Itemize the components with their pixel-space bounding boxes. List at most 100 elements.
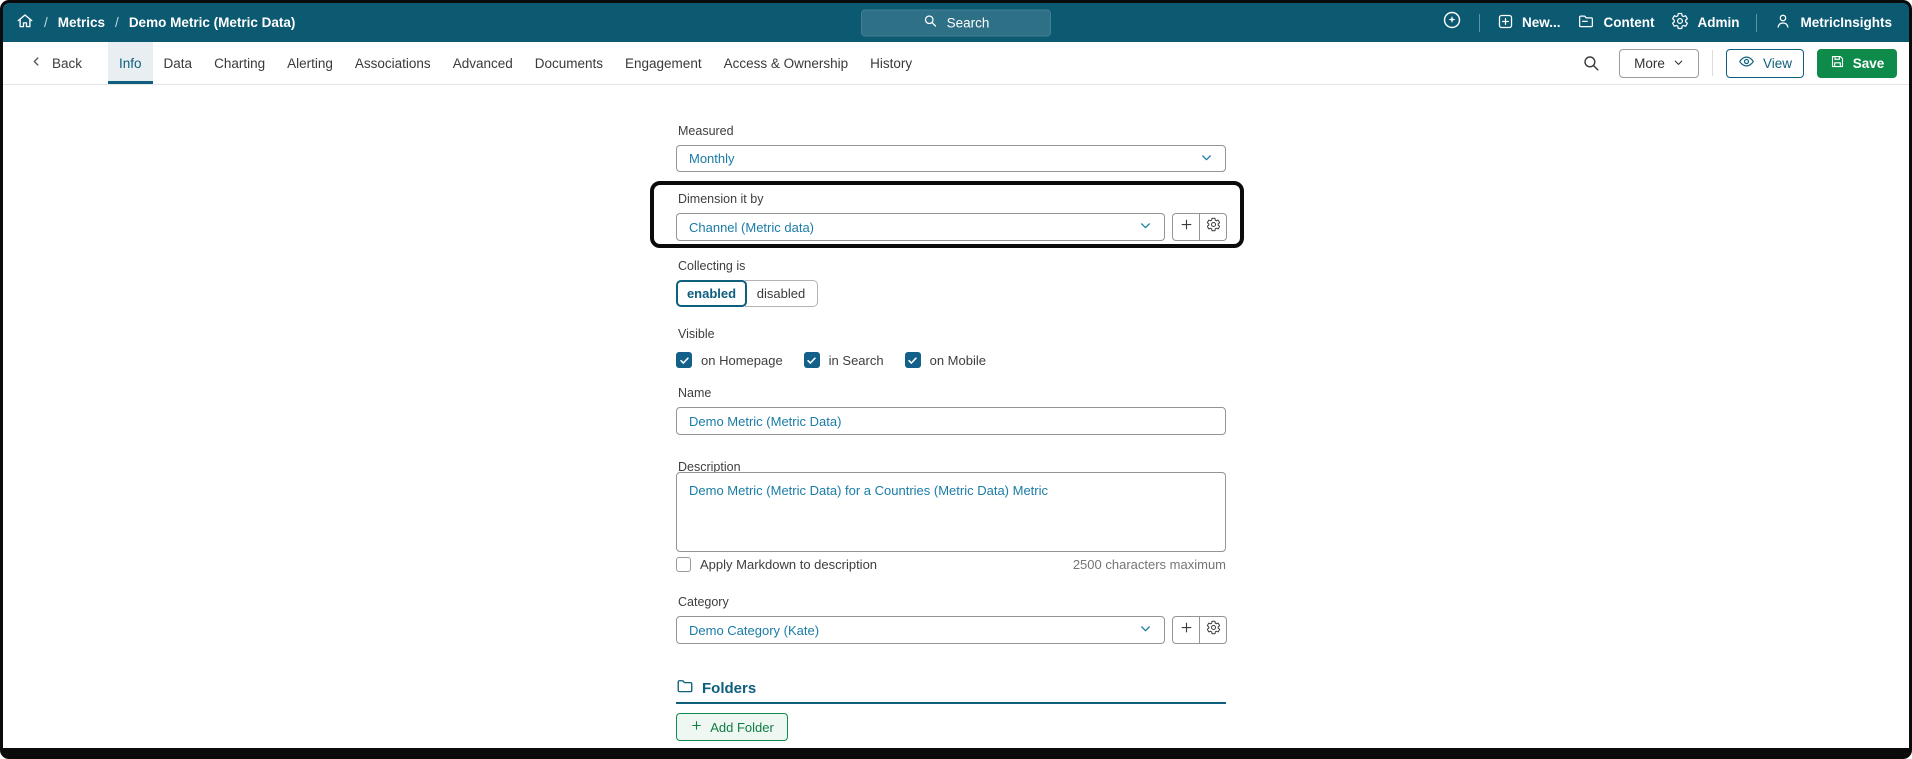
apply-markdown-label: Apply Markdown to description — [700, 557, 878, 572]
new-button[interactable]: New... — [1497, 13, 1561, 33]
category-settings-button[interactable] — [1199, 617, 1226, 643]
markdown-row: Apply Markdown to description 2500 chara… — [676, 557, 1226, 572]
account-menu[interactable]: MetricInsights — [1774, 12, 1892, 33]
search-icon — [923, 14, 938, 32]
visible-label: Visible — [678, 327, 715, 341]
global-search-input[interactable]: Search — [861, 9, 1051, 36]
visible-on-mobile: on Mobile — [904, 352, 986, 368]
new-button-label: New... — [1521, 15, 1561, 30]
tab-list: Info Data Charting Alerting Associations… — [108, 42, 923, 84]
plus-icon — [690, 719, 703, 735]
tab-documents[interactable]: Documents — [524, 42, 614, 84]
user-icon — [1774, 12, 1792, 33]
tab-charting[interactable]: Charting — [203, 42, 276, 84]
tab-associations[interactable]: Associations — [344, 42, 442, 84]
chevron-left-icon — [30, 55, 43, 71]
visible-in-search: in Search — [803, 352, 884, 368]
dimension-button-group — [1172, 213, 1227, 241]
category-value: Demo Category (Kate) — [689, 622, 820, 638]
tab-info[interactable]: Info — [108, 42, 153, 84]
more-button[interactable]: More — [1619, 48, 1699, 78]
measured-select[interactable]: Monthly — [676, 145, 1226, 172]
category-button-group — [1172, 616, 1227, 644]
content-icon — [1577, 12, 1595, 33]
breadcrumb-separator: / — [115, 15, 119, 30]
measured-label: Measured — [678, 124, 734, 138]
breadcrumb-separator: / — [44, 15, 48, 30]
check-icon — [679, 356, 689, 364]
view-button-label: View — [1762, 55, 1793, 71]
chevron-down-icon — [1139, 622, 1152, 638]
more-button-label: More — [1634, 55, 1665, 71]
gear-icon — [1206, 620, 1221, 640]
page-search-icon[interactable] — [1576, 48, 1606, 78]
tab-bar: Back Info Data Charting Alerting Associa… — [3, 42, 1909, 85]
checkbox-in-search[interactable] — [803, 352, 820, 368]
content-button-label: Content — [1603, 15, 1655, 30]
checkbox-label: on Mobile — [929, 352, 986, 368]
top-navbar: / Metrics / Demo Metric (Metric Data) Se… — [3, 3, 1909, 42]
collecting-label: Collecting is — [678, 259, 746, 273]
dimension-select[interactable]: Channel (Metric data) — [676, 213, 1165, 241]
tab-history[interactable]: History — [859, 42, 923, 84]
breadcrumb: / Metrics / Demo Metric (Metric Data) — [3, 12, 295, 33]
visible-checkbox-row: on Homepage in Search on Mobile — [676, 352, 986, 368]
save-button-label: Save — [1852, 55, 1885, 71]
search-placeholder: Search — [946, 15, 990, 30]
save-button[interactable]: Save — [1817, 48, 1897, 78]
category-label: Category — [678, 595, 729, 609]
name-input[interactable]: Demo Metric (Metric Data) — [676, 407, 1226, 435]
dimension-value: Channel (Metric data) — [689, 219, 814, 235]
app-window: / Metrics / Demo Metric (Metric Data) Se… — [0, 0, 1912, 759]
folder-icon — [676, 677, 694, 699]
plus-square-icon — [1497, 13, 1514, 33]
category-select[interactable]: Demo Category (Kate) — [676, 616, 1165, 644]
name-label: Name — [678, 386, 712, 400]
breadcrumb-item-metrics[interactable]: Metrics — [58, 15, 105, 30]
plus-icon — [1179, 217, 1194, 237]
back-button-label: Back — [52, 55, 83, 71]
checkbox-label: in Search — [828, 352, 884, 368]
navbar-actions: New... Content Admin MetricInsights — [1442, 10, 1909, 35]
check-icon — [807, 356, 816, 364]
checkbox-on-mobile[interactable] — [904, 352, 921, 368]
tab-bar-actions: More View Save — [1576, 42, 1909, 84]
tab-engagement[interactable]: Engagement — [614, 42, 713, 84]
dimension-settings-button[interactable] — [1199, 214, 1226, 240]
check-icon — [908, 356, 917, 364]
tab-advanced[interactable]: Advanced — [442, 42, 524, 84]
checkbox-on-homepage[interactable] — [676, 352, 692, 368]
dimension-label: Dimension it by — [678, 192, 764, 206]
folders-section-header: Folders — [676, 677, 756, 699]
admin-button[interactable]: Admin — [1671, 12, 1739, 33]
name-value: Demo Metric (Metric Data) — [689, 413, 842, 429]
characters-maximum-hint: 2500 characters maximum — [1072, 557, 1226, 572]
home-icon[interactable] — [16, 12, 34, 33]
gear-icon — [1206, 217, 1221, 237]
description-textarea[interactable]: Demo Metric (Metric Data) for a Countrie… — [676, 472, 1226, 552]
eye-icon — [1738, 53, 1755, 73]
chevron-down-icon — [1673, 56, 1684, 71]
tab-data[interactable]: Data — [153, 42, 204, 84]
view-button[interactable]: View — [1726, 48, 1804, 78]
add-folder-button[interactable]: Add Folder — [676, 713, 788, 741]
gear-icon — [1671, 12, 1689, 33]
tab-alerting[interactable]: Alerting — [276, 42, 344, 84]
collecting-enabled-option[interactable]: enabled — [676, 280, 747, 307]
collecting-toggle: enabled disabled — [676, 280, 818, 307]
assistant-icon[interactable] — [1442, 10, 1462, 35]
checkbox-label: on Homepage — [701, 352, 783, 368]
add-dimension-button[interactable] — [1173, 214, 1199, 240]
back-button[interactable]: Back — [3, 42, 98, 84]
description-value: Demo Metric (Metric Data) for a Countrie… — [689, 483, 1049, 498]
actions-separator — [1712, 50, 1713, 76]
tab-access-ownership[interactable]: Access & Ownership — [713, 42, 860, 84]
folders-underline — [676, 702, 1226, 704]
collecting-disabled-option[interactable]: disabled — [745, 280, 818, 307]
content-button[interactable]: Content — [1577, 12, 1654, 33]
measured-value: Monthly — [689, 151, 735, 166]
add-category-button[interactable] — [1173, 617, 1199, 643]
screenshot-frame-border — [0, 0, 1912, 759]
navbar-separator — [1478, 13, 1480, 32]
apply-markdown-checkbox[interactable] — [676, 557, 691, 572]
